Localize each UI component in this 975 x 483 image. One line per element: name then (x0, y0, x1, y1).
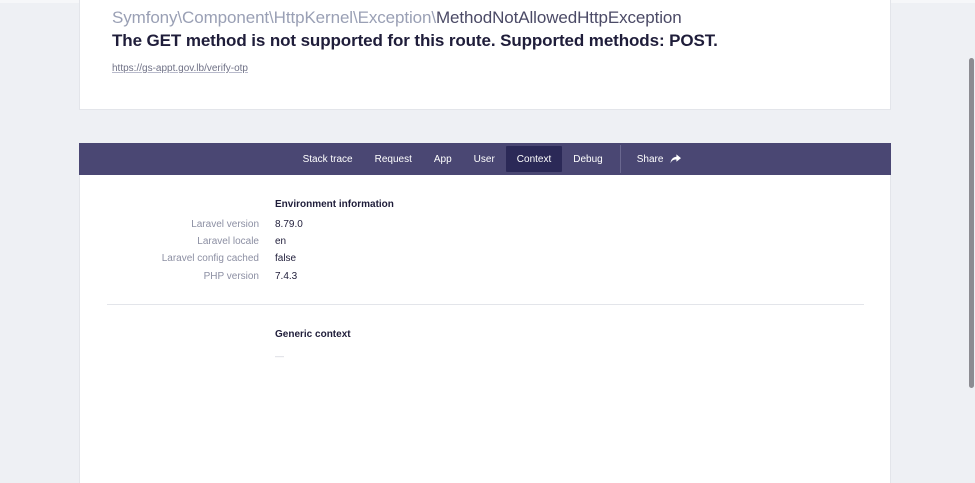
generic-context-heading: Generic context (275, 329, 351, 340)
tab-bar: Stack trace Request App User Context Deb… (79, 143, 891, 175)
page: Symfony\Component\HttpKernel\Exception\M… (0, 0, 975, 483)
env-key: Laravel version (191, 219, 259, 230)
share-arrow-icon (670, 154, 682, 164)
tab-context[interactable]: Context (505, 146, 563, 172)
request-url-link[interactable]: https://gs-appt.gov.lb/verify-otp (112, 63, 248, 74)
tab-app[interactable]: App (423, 146, 463, 172)
env-value: false (275, 253, 297, 264)
exception-message: The GET method is not supported for this… (112, 31, 718, 50)
generic-context-empty: — (275, 351, 284, 361)
env-key: PHP version (203, 271, 259, 282)
tab-list: Stack trace Request App User Context Deb… (292, 143, 694, 175)
share-label: Share (636, 153, 664, 165)
env-row-php-version: PHP version 7.4.3 (80, 271, 892, 287)
env-key: Laravel locale (197, 236, 259, 247)
section-divider (107, 304, 864, 305)
tab-divider (619, 145, 621, 173)
environment-heading: Environment information (275, 199, 394, 210)
tab-request[interactable]: Request (364, 146, 423, 172)
exception-class-name: MethodNotAllowedHttpException (436, 8, 682, 27)
env-key: Laravel config cached (161, 253, 259, 264)
share-button[interactable]: Share (625, 146, 694, 172)
scrollbar-thumb[interactable] (969, 58, 974, 388)
env-value: 7.4.3 (275, 271, 298, 282)
env-row-laravel-locale: Laravel locale en (80, 236, 892, 252)
tab-user[interactable]: User (463, 146, 506, 172)
tab-debug[interactable]: Debug (562, 146, 613, 172)
env-row-laravel-version: Laravel version 8.79.0 (80, 219, 892, 235)
tab-stack-trace[interactable]: Stack trace (292, 146, 364, 172)
exception-class: Symfony\Component\HttpKernel\Exception\M… (112, 8, 682, 28)
context-panel: Environment information Laravel version … (79, 175, 891, 483)
env-value: 8.79.0 (275, 219, 303, 230)
env-value: en (275, 236, 287, 247)
env-row-laravel-config-cached: Laravel config cached false (80, 253, 892, 269)
exception-header-card: Symfony\Component\HttpKernel\Exception\M… (79, 0, 891, 110)
exception-namespace: Symfony\Component\HttpKernel\Exception\ (112, 8, 436, 27)
